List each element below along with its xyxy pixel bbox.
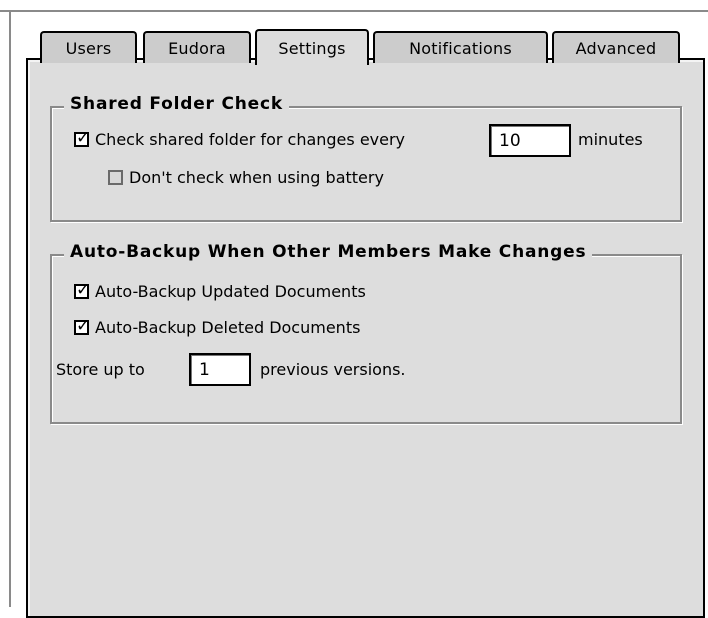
check-shared-folder-row[interactable]: ✓ Check shared folder for changes every	[74, 130, 405, 149]
checkmark-icon: ✓	[76, 128, 91, 148]
battery-label: Don't check when using battery	[129, 168, 384, 187]
tab-users-label: Users	[65, 38, 112, 58]
updated-docs-checkbox[interactable]: ✓	[74, 280, 91, 300]
versions-input[interactable]: 1	[189, 353, 251, 386]
check-shared-folder-checkbox[interactable]: ✓	[74, 128, 91, 148]
store-versions-suffix: previous versions.	[260, 360, 406, 379]
minutes-label: minutes	[578, 130, 643, 149]
battery-checkbox[interactable]	[108, 170, 123, 185]
tab-notifications[interactable]: Notifications	[373, 31, 548, 63]
shared-folder-group: Shared Folder Check ✓ Check shared folde…	[50, 94, 682, 222]
settings-panel: Shared Folder Check ✓ Check shared folde…	[26, 58, 705, 618]
versions-value: 1	[199, 359, 210, 380]
tab-settings[interactable]: Settings	[255, 29, 369, 65]
tab-eudora-label: Eudora	[168, 38, 226, 58]
tab-notifications-label: Notifications	[409, 38, 512, 58]
tab-bar: Users Eudora Settings Notifications Adva…	[0, 0, 708, 65]
updated-docs-label: Auto-Backup Updated Documents	[95, 282, 366, 301]
checkmark-icon: ✓	[76, 316, 91, 336]
updated-docs-row[interactable]: ✓ Auto-Backup Updated Documents	[74, 282, 366, 301]
deleted-docs-label: Auto-Backup Deleted Documents	[95, 318, 361, 337]
auto-backup-group: Auto-Backup When Other Members Make Chan…	[50, 242, 682, 424]
deleted-docs-row[interactable]: ✓ Auto-Backup Deleted Documents	[74, 318, 360, 337]
deleted-docs-checkbox[interactable]: ✓	[74, 316, 91, 336]
auto-backup-title: Auto-Backup When Other Members Make Chan…	[64, 242, 593, 262]
check-shared-folder-label: Check shared folder for changes every	[95, 130, 406, 149]
tab-advanced[interactable]: Advanced	[552, 31, 680, 63]
battery-row[interactable]: Don't check when using battery	[108, 168, 384, 187]
store-versions-prefix-row: Store up to	[56, 360, 145, 379]
store-versions-prefix: Store up to	[56, 360, 145, 379]
tab-advanced-label: Advanced	[575, 38, 657, 58]
store-versions-suffix-row: previous versions.	[260, 360, 406, 379]
minutes-input[interactable]: 10	[489, 124, 571, 157]
minutes-label-row: minutes	[578, 130, 643, 149]
tab-eudora[interactable]: Eudora	[143, 31, 251, 63]
tab-settings-label: Settings	[278, 38, 346, 58]
panel-highlight-left	[28, 60, 30, 616]
checkmark-icon: ✓	[76, 280, 91, 300]
minutes-value: 10	[499, 130, 521, 151]
tab-users[interactable]: Users	[40, 31, 137, 63]
shared-folder-title: Shared Folder Check	[64, 94, 289, 114]
window-left-frame	[9, 12, 11, 607]
